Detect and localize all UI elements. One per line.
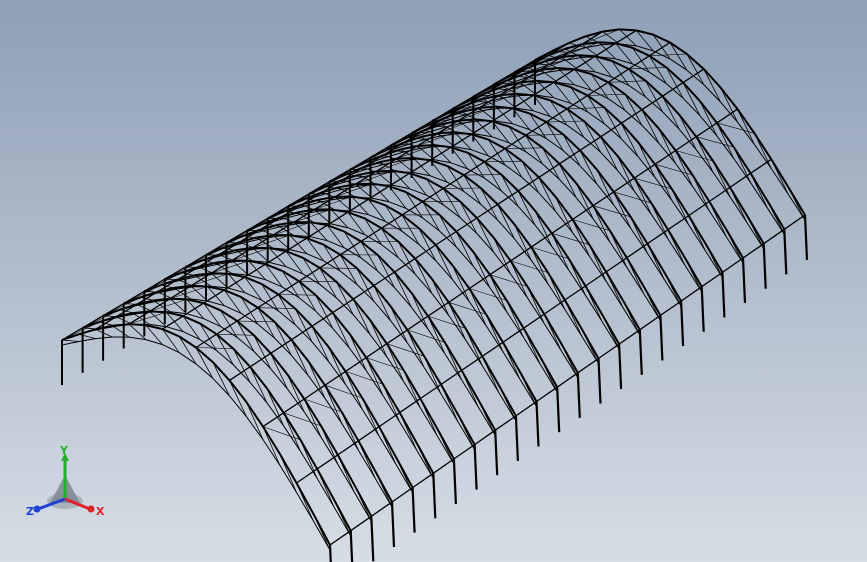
y-axis-label: Y — [59, 445, 69, 457]
view-orientation-triad[interactable]: Y X Z — [20, 445, 110, 525]
arch-frames — [61, 28, 806, 551]
x-axis-label: X — [96, 505, 105, 518]
x-axis-head-icon — [87, 505, 95, 513]
graphics-viewport[interactable]: Y X Z — [0, 0, 867, 562]
z-axis-head-icon — [33, 505, 41, 513]
z-axis-label: Z — [26, 505, 34, 518]
structure-model[interactable] — [0, 0, 867, 562]
